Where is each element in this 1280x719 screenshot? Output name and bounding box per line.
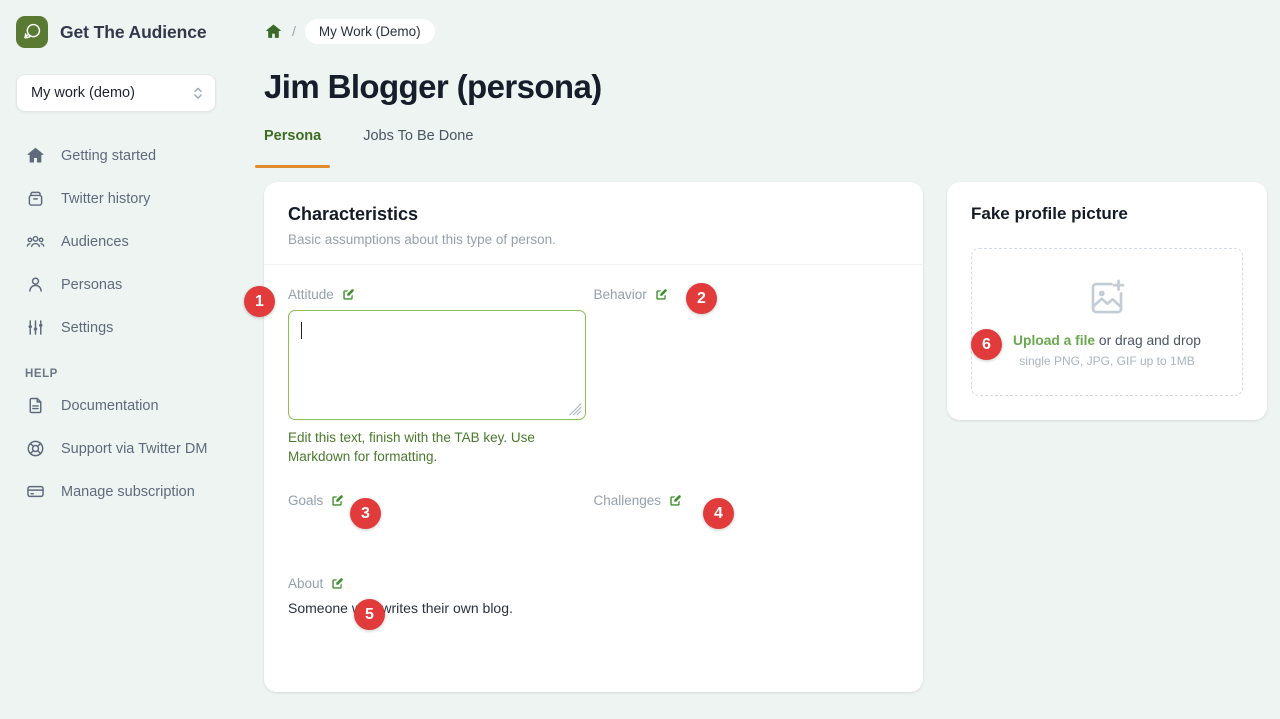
annotation-badge-3: 3 <box>350 498 381 529</box>
adjustments-sliders-icon <box>28 320 43 335</box>
attitude-textarea[interactable] <box>288 310 586 420</box>
tab-jobs-to-be-done[interactable]: Jobs To Be Done <box>363 128 473 168</box>
brand-name: Get The Audience <box>60 21 207 42</box>
challenges-label-row: Challenges <box>594 493 900 508</box>
attitude-textarea-wrap: Edit this text, finish with the TAB key.… <box>288 310 586 466</box>
tab-bar: Persona Jobs To Be Done <box>254 128 1267 168</box>
attitude-label-row: Attitude <box>288 287 594 302</box>
sidebar-item-documentation[interactable]: Documentation <box>16 384 216 427</box>
credit-card-icon <box>27 485 44 498</box>
sidebar-item-label: Getting started <box>61 147 157 164</box>
characteristics-header: Characteristics Basic assumptions about … <box>264 182 923 265</box>
attitude-help-text: Edit this text, finish with the TAB key.… <box>288 430 535 465</box>
archive-box-icon <box>28 191 43 206</box>
goals-label-row: Goals <box>288 493 594 508</box>
upload-prompt-rest: or drag and drop <box>1095 332 1201 348</box>
home-icon <box>27 147 44 163</box>
resize-handle[interactable] <box>569 403 582 416</box>
upload-card-title: Fake profile picture <box>971 204 1128 223</box>
about-label: About <box>288 576 324 592</box>
upload-dropzone[interactable]: Upload a file or drag and drop single PN… <box>971 248 1243 396</box>
behavior-field: Behavior <box>594 287 900 466</box>
sidebar-item-manage-subscription[interactable]: Manage subscription <box>16 470 216 513</box>
about-value: Someone who writes their own blog. <box>288 600 513 617</box>
annotation-badge-2: 2 <box>686 283 717 314</box>
help-section-heading: HELP <box>25 368 58 380</box>
annotation-badge-5: 5 <box>354 599 385 630</box>
characteristics-subtitle: Basic assumptions about this type of per… <box>288 232 556 247</box>
edit-pencil-square-icon[interactable] <box>341 288 355 302</box>
sidebar-item-twitter-history[interactable]: Twitter history <box>16 177 216 220</box>
sidebar-item-label: Personas <box>61 276 123 293</box>
sidebar-item-label: Documentation <box>61 397 159 414</box>
sidebar-item-label: Settings <box>61 319 114 336</box>
workspace-select-value: My work (demo) <box>31 85 135 101</box>
upload-hint: single PNG, JPG, GIF up to 1MB <box>1019 353 1195 368</box>
breadcrumb-current[interactable]: My Work (Demo) <box>304 18 435 44</box>
sidebar-item-personas[interactable]: Personas <box>16 263 216 306</box>
annotation-badge-6: 6 <box>971 329 1002 360</box>
document-text-icon <box>29 397 42 414</box>
edit-pencil-square-icon[interactable] <box>330 577 344 591</box>
annotation-badge-4: 4 <box>703 498 734 529</box>
text-caret <box>301 322 303 339</box>
edit-pencil-square-icon[interactable] <box>668 494 682 508</box>
characteristics-fields: Attitude Edit this text, finish with the… <box>264 265 923 616</box>
user-group-icon <box>26 235 45 248</box>
workspace-select[interactable]: My work (demo) <box>16 74 216 112</box>
goals-label: Goals <box>288 493 324 509</box>
breadcrumb-separator: / <box>292 23 296 39</box>
page-title: Jim Blogger (persona) <box>264 68 602 105</box>
attitude-label: Attitude <box>288 287 334 302</box>
edit-pencil-square-icon[interactable] <box>654 288 668 302</box>
photo-add-icon <box>1091 279 1125 313</box>
fake-profile-picture-card: Fake profile picture Upload a file or dr… <box>947 182 1267 420</box>
tab-persona[interactable]: Persona <box>254 128 331 168</box>
breadcrumb: / My Work (Demo) <box>264 18 1267 44</box>
logo-speech-bubbles-icon <box>16 16 48 48</box>
about-label-row: About <box>288 576 594 591</box>
brand: Get The Audience <box>16 14 216 50</box>
upload-a-file-link[interactable]: Upload a file <box>1013 333 1095 348</box>
user-icon <box>29 277 42 292</box>
sidebar-item-label: Support via Twitter DM <box>61 440 208 457</box>
sidebar-item-label: Manage subscription <box>61 483 195 500</box>
breadcrumb-home-icon[interactable] <box>264 22 283 41</box>
upload-prompt: Upload a file or drag and drop <box>1013 333 1201 348</box>
sidebar-item-audiences[interactable]: Audiences <box>16 220 216 263</box>
primary-nav: Getting started Twitter history Audience… <box>16 134 216 513</box>
attitude-field: Attitude Edit this text, finish with the… <box>288 287 594 466</box>
sidebar-item-support-twitter-dm[interactable]: Support via Twitter DM <box>16 427 216 470</box>
annotation-badge-1: 1 <box>244 286 275 317</box>
challenges-field: Challenges <box>594 493 900 616</box>
chevron-up-down-icon <box>194 87 202 99</box>
content-columns: Characteristics Basic assumptions about … <box>244 182 1267 692</box>
characteristics-card: Characteristics Basic assumptions about … <box>244 182 923 692</box>
behavior-label-row: Behavior <box>594 287 900 302</box>
characteristics-title: Characteristics <box>288 204 419 224</box>
sidebar-item-label: Audiences <box>61 233 129 250</box>
sidebar-item-getting-started[interactable]: Getting started <box>16 134 216 177</box>
main-content: / My Work (Demo) Jim Blogger (persona) P… <box>232 0 1280 719</box>
behavior-label: Behavior <box>593 287 647 302</box>
app-root: Get The Audience My work (demo) Getting … <box>0 0 1280 719</box>
about-field: About Someone who writes their own blog. <box>288 576 594 616</box>
sidebar-item-settings[interactable]: Settings <box>16 306 216 349</box>
challenges-label: Challenges <box>593 493 662 509</box>
sidebar: Get The Audience My work (demo) Getting … <box>0 0 232 719</box>
sidebar-item-label: Twitter history <box>61 190 151 207</box>
goals-field: Goals About Someone who writes their own… <box>288 493 594 616</box>
lifebuoy-icon <box>27 440 44 457</box>
edit-pencil-square-icon[interactable] <box>330 494 344 508</box>
